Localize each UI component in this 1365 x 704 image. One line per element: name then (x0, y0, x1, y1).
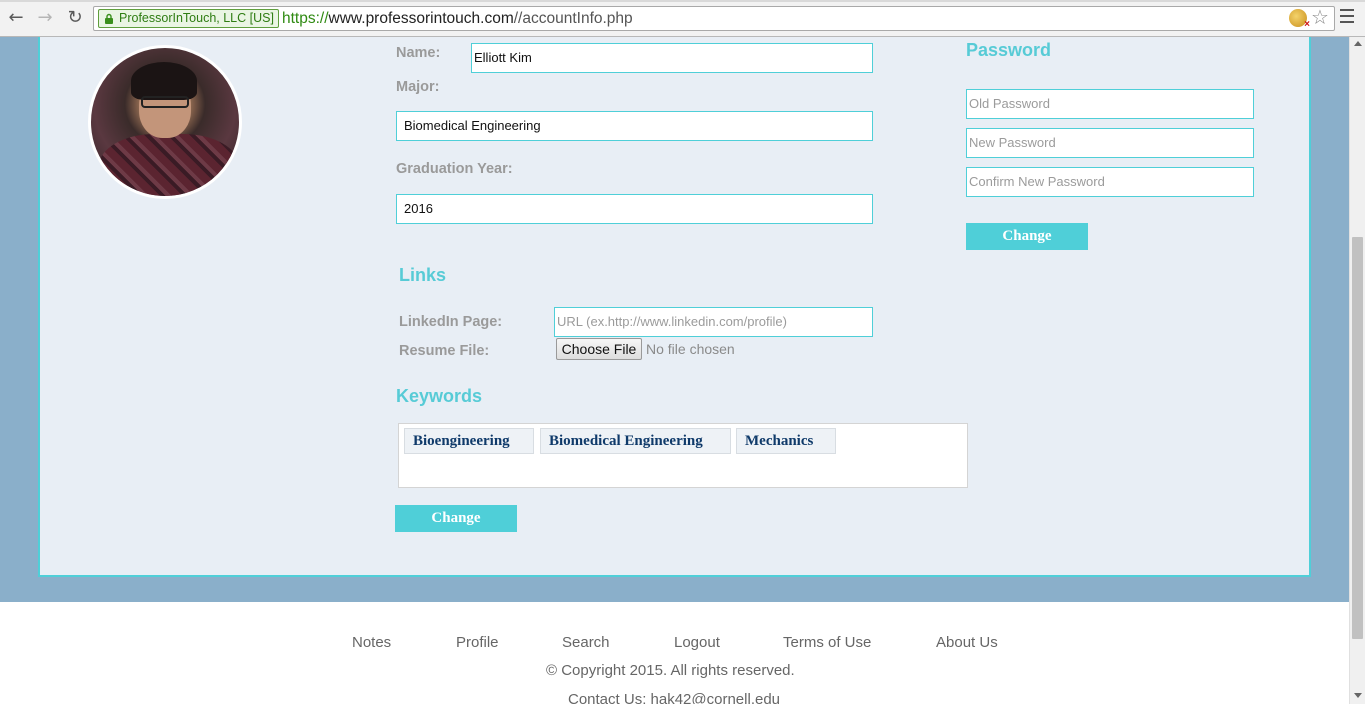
keyword-tag[interactable]: Biomedical Engineering (540, 428, 731, 454)
scrollbar-thumb[interactable] (1352, 237, 1363, 639)
name-label: Name: (396, 45, 441, 61)
footer-link-about[interactable]: About Us (936, 634, 998, 651)
lock-icon (105, 13, 113, 24)
copyright-text: © Copyright 2015. All rights reserved. (546, 662, 795, 679)
keywords-box[interactable]: Bioengineering Biomedical Engineering Me… (398, 423, 968, 488)
forward-arrow-icon[interactable]: → (35, 8, 55, 28)
new-password-input[interactable]: New Password (966, 128, 1254, 158)
major-field[interactable]: Biomedical Engineering (396, 111, 873, 141)
tab-strip (0, 0, 1365, 2)
url-text[interactable]: https://www.professorintouch.com//accoun… (282, 10, 633, 28)
url-scheme: https:// (282, 10, 329, 27)
account-info-card: Name: Elliott Kim Major: Biomedical Engi… (38, 37, 1311, 577)
graduation-year-label: Graduation Year: (396, 161, 513, 177)
choose-file-button[interactable]: Choose File (556, 338, 642, 360)
keywords-change-button[interactable]: Change (395, 505, 517, 532)
keyword-tag[interactable]: Mechanics (736, 428, 836, 454)
browser-toolbar: ← → ↻ ProfessorInTouch, LLC [US] https:/… (0, 0, 1365, 37)
footer-link-terms[interactable]: Terms of Use (783, 634, 871, 651)
footer-link-logout[interactable]: Logout (674, 634, 720, 651)
resume-file-label: Resume File: (399, 343, 490, 359)
extension-icon[interactable]: × (1289, 9, 1310, 30)
browser-menu-icon[interactable] (1340, 9, 1354, 25)
ev-certificate-label: ProfessorInTouch, LLC [US] (119, 11, 274, 25)
footer-link-profile[interactable]: Profile (456, 634, 499, 651)
file-status-text: No file chosen (646, 341, 735, 357)
profile-avatar (88, 45, 242, 199)
password-heading: Password (966, 40, 1052, 60)
vertical-scrollbar[interactable] (1349, 37, 1365, 704)
keyword-tag[interactable]: Bioengineering (404, 428, 534, 454)
old-password-input[interactable]: Old Password (966, 89, 1254, 119)
page-viewport: Name: Elliott Kim Major: Biomedical Engi… (0, 37, 1349, 704)
graduation-year-field[interactable]: 2016 (396, 194, 873, 224)
reload-icon[interactable]: ↻ (65, 8, 85, 28)
footer-link-search[interactable]: Search (562, 634, 610, 651)
name-field[interactable]: Elliott Kim (471, 43, 873, 73)
confirm-password-input[interactable]: Confirm New Password (966, 167, 1254, 197)
bookmark-star-icon[interactable]: ☆ (1311, 5, 1329, 29)
keywords-heading: Keywords (396, 386, 483, 406)
url-path: //accountInfo.php (513, 10, 633, 27)
linkedin-url-input[interactable]: URL (ex.http://www.linkedin.com/profile) (554, 307, 873, 337)
url-host: www.professorintouch.com (328, 10, 514, 27)
scroll-down-arrow-icon[interactable] (1354, 693, 1362, 698)
footer-link-notes[interactable]: Notes (352, 634, 391, 651)
ev-certificate-badge[interactable]: ProfessorInTouch, LLC [US] (98, 9, 279, 28)
linkedin-label: LinkedIn Page: (399, 314, 503, 330)
links-heading: Links (399, 265, 447, 285)
password-change-button[interactable]: Change (966, 223, 1088, 250)
scroll-up-arrow-icon[interactable] (1354, 41, 1362, 46)
contact-text: Contact Us: hak42@cornell.edu (568, 691, 781, 704)
back-arrow-icon[interactable]: ← (6, 8, 26, 28)
address-bar[interactable]: ProfessorInTouch, LLC [US] https://www.p… (93, 6, 1335, 31)
major-label: Major: (396, 79, 440, 95)
